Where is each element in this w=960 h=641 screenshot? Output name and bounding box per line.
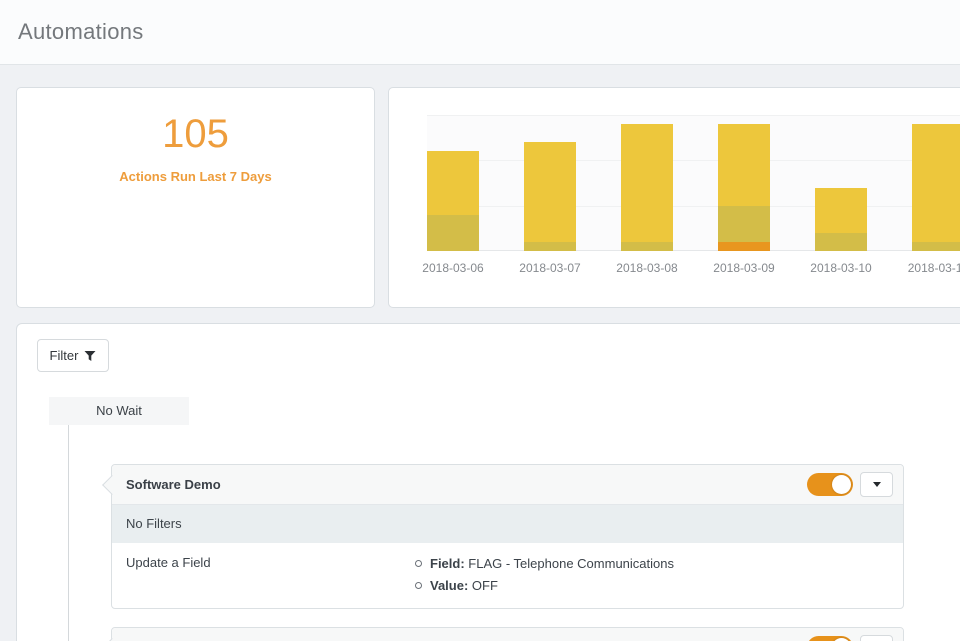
chart-bar-segment bbox=[912, 124, 960, 242]
chart-bar-segment bbox=[524, 242, 576, 251]
card-controls bbox=[807, 635, 893, 641]
automation-card: Software Demo No Filters Update a Field … bbox=[111, 464, 904, 609]
detail-value: OFF bbox=[468, 578, 498, 593]
filter-button[interactable]: Filter bbox=[37, 339, 109, 372]
gridline bbox=[427, 206, 960, 207]
filter-button-label: Filter bbox=[50, 348, 79, 363]
page-title: Automations bbox=[0, 0, 960, 45]
automation-title: Software Demo bbox=[126, 477, 807, 492]
x-axis-label: 2018-03-10 bbox=[791, 261, 891, 275]
stat-value: 105 bbox=[17, 112, 374, 157]
gridline bbox=[427, 160, 960, 161]
x-axis-label: 2018-03-06 bbox=[403, 261, 503, 275]
chart-bar-segment bbox=[621, 242, 673, 251]
action-row: Update a Field Field: FLAG - Telephone C… bbox=[112, 543, 903, 607]
chart-bar-segment bbox=[912, 242, 960, 251]
automation-card-partial bbox=[111, 627, 904, 641]
detail-value: FLAG - Telephone Communications bbox=[465, 556, 674, 571]
detail-label: Value: bbox=[430, 578, 468, 593]
x-axis-baseline bbox=[427, 250, 960, 251]
chart-bar-segment bbox=[427, 151, 479, 214]
bullet-icon bbox=[415, 560, 422, 567]
chart-bar-segment bbox=[621, 124, 673, 242]
detail-label: Field: bbox=[430, 556, 465, 571]
page-header: Automations bbox=[0, 0, 960, 65]
chart-bar-segment bbox=[718, 124, 770, 206]
action-detail-item: Value: OFF bbox=[415, 575, 674, 597]
automation-list-panel: Filter No Wait Software Demo No bbox=[16, 323, 960, 641]
x-axis-label: 2018-03-11 bbox=[888, 261, 960, 275]
card-controls bbox=[807, 472, 893, 497]
x-axis-label: 2018-03-08 bbox=[597, 261, 697, 275]
card-notch-icon bbox=[102, 475, 122, 495]
chart-plot: 2018-03-062018-03-072018-03-082018-03-09… bbox=[427, 115, 960, 251]
caret-down-icon bbox=[873, 482, 881, 487]
chart-bar-segment bbox=[427, 215, 479, 251]
stat-label: Actions Run Last 7 Days bbox=[17, 169, 374, 184]
action-detail-item: Field: FLAG - Telephone Communications bbox=[415, 553, 674, 575]
automation-toggle-on[interactable] bbox=[807, 636, 853, 641]
wait-step-label: No Wait bbox=[49, 397, 189, 425]
x-axis-label: 2018-03-07 bbox=[500, 261, 600, 275]
automation-toggle-on[interactable] bbox=[807, 473, 853, 496]
chart-bar-segment bbox=[718, 206, 770, 242]
funnel-icon bbox=[84, 350, 96, 362]
timeline-connector bbox=[68, 425, 69, 641]
actions-chart-card: 051015 2018-03-062018-03-072018-03-08201… bbox=[388, 87, 960, 308]
action-details: Field: FLAG - Telephone CommunicationsVa… bbox=[415, 553, 674, 597]
action-name: Update a Field bbox=[126, 553, 415, 597]
chart-bar-segment bbox=[815, 233, 867, 251]
automation-card-header: Software Demo bbox=[112, 465, 903, 505]
gridline bbox=[427, 115, 960, 116]
stat-card: 105 Actions Run Last 7 Days bbox=[16, 87, 375, 308]
filters-row: No Filters bbox=[112, 505, 903, 543]
chart-bar-segment bbox=[815, 188, 867, 233]
card-menu-button[interactable] bbox=[860, 635, 893, 641]
chart-bar-segment bbox=[718, 242, 770, 251]
automation-card-header bbox=[112, 628, 903, 641]
automations-page: Automations 105 Actions Run Last 7 Days … bbox=[0, 0, 960, 641]
x-axis-label: 2018-03-09 bbox=[694, 261, 794, 275]
chart-bar-segment bbox=[524, 142, 576, 242]
bullet-icon bbox=[415, 582, 422, 589]
card-menu-button[interactable] bbox=[860, 472, 893, 497]
toggle-knob bbox=[832, 475, 851, 494]
